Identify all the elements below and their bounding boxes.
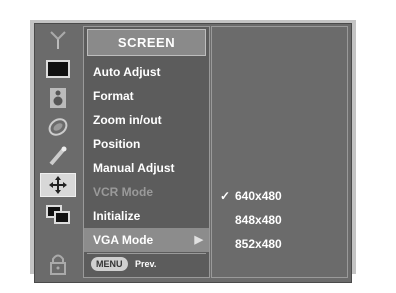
clock-icon[interactable] [40, 115, 76, 139]
menu-item-manual-adjust[interactable]: Manual Adjust [84, 156, 209, 180]
picture-icon[interactable] [40, 57, 76, 81]
menu-item-vga-mode[interactable]: VGA Mode ▶ [84, 228, 209, 252]
menu-item-auto-adjust[interactable]: Auto Adjust [84, 60, 209, 84]
menu-item-vcr-mode: VCR Mode [93, 185, 153, 199]
check-icon: ✓ [220, 189, 231, 203]
menu-footer: MENU Prev. [87, 253, 206, 274]
vga-mode-submenu: ✓ 640x480 848x480 852x480 [211, 26, 348, 278]
screen-move-icon[interactable] [40, 173, 76, 197]
vga-mode-options: ✓ 640x480 848x480 852x480 [212, 184, 347, 256]
vga-option-label: 640x480 [235, 189, 282, 203]
vga-option-label: 848x480 [235, 213, 282, 227]
speaker-icon[interactable] [40, 86, 76, 110]
menu-button[interactable]: MENU [91, 257, 128, 271]
menu-item-zoom[interactable]: Zoom in/out [84, 108, 209, 132]
menu-item-vga-mode-label: VGA Mode [93, 233, 154, 247]
pip-icon[interactable] [40, 202, 76, 226]
brush-icon[interactable] [40, 144, 76, 168]
arrow-right-icon: ▶ [194, 234, 203, 246]
menu-items: Auto Adjust Format Zoom in/out Position … [84, 60, 209, 252]
vga-option-label: 852x480 [235, 237, 282, 251]
menu-item-position[interactable]: Position [84, 132, 209, 156]
prev-label: Prev. [135, 259, 157, 269]
vga-option-852x480[interactable]: 852x480 [212, 232, 347, 256]
vga-option-848x480[interactable]: 848x480 [212, 208, 347, 232]
icon-column [38, 26, 78, 280]
menu-title: SCREEN [87, 29, 206, 56]
screen-menu: SCREEN Auto Adjust Format Zoom in/out Po… [83, 26, 210, 278]
antenna-icon[interactable] [40, 28, 76, 52]
vga-option-640x480[interactable]: ✓ 640x480 [212, 184, 347, 208]
menu-item-initialize[interactable]: Initialize [84, 204, 209, 228]
osd-panel: SCREEN Auto Adjust Format Zoom in/out Po… [34, 23, 352, 283]
menu-item-format[interactable]: Format [84, 84, 209, 108]
lock-icon[interactable] [40, 252, 76, 276]
